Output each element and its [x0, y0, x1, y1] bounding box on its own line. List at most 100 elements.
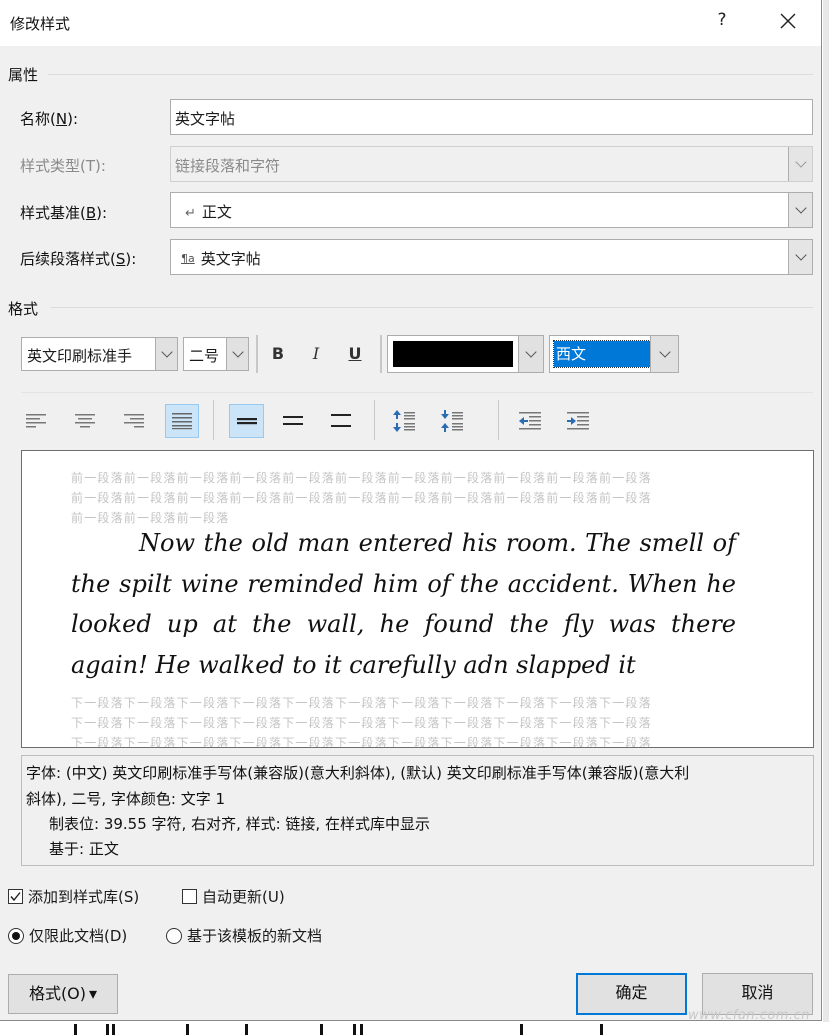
radio-button[interactable] — [166, 927, 182, 944]
one-half-spacing-button[interactable] — [277, 405, 309, 437]
properties-section-label: 属性 — [8, 66, 39, 84]
font-dropdown[interactable] — [155, 338, 177, 370]
checkbox-box[interactable] — [8, 889, 23, 904]
ok-button[interactable]: 确定 — [576, 973, 687, 1015]
toolbar-separator — [498, 400, 499, 440]
chevron-down-icon — [658, 346, 671, 358]
font-value: 英文印刷标准手 — [27, 347, 133, 365]
description-line: 斜体), 二号, 字体颜色: 文字 1 — [26, 790, 226, 808]
add-to-gallery-checkbox[interactable]: 添加到样式库(S) — [8, 886, 139, 907]
font-color-select[interactable] — [387, 335, 544, 373]
font-size-select[interactable]: 二号 — [183, 337, 249, 371]
toolbar-separator — [256, 335, 258, 373]
increase-paragraph-spacing-button[interactable] — [389, 405, 421, 437]
chevron-down-icon — [794, 249, 807, 261]
toolbar-separator — [213, 400, 214, 440]
format-menu-button[interactable]: 格式(O) ▾ — [8, 974, 118, 1014]
single-spacing-icon — [236, 418, 257, 425]
italic-button[interactable]: I — [306, 344, 326, 363]
font-color-dropdown[interactable] — [518, 336, 543, 372]
paragraph-return-icon: ↵ — [185, 206, 196, 221]
document-text-fragment — [520, 1024, 523, 1035]
label-text: ): — [67, 110, 78, 128]
name-input[interactable]: 英文字帖 — [170, 99, 813, 135]
align-justify-button[interactable] — [165, 404, 199, 438]
double-spacing-icon — [331, 414, 351, 427]
modify-style-dialog: 修改样式 ? 属性 名称(N): 英文字帖 样式类型(T): 链接段落和字符 样… — [0, 0, 822, 1021]
background-document — [0, 1022, 829, 1035]
radio-button[interactable] — [8, 927, 24, 944]
align-center-button[interactable] — [69, 405, 101, 437]
document-text-fragment — [353, 1024, 356, 1035]
document-text-fragment — [360, 1024, 363, 1035]
based-on-dropdown[interactable] — [788, 193, 812, 227]
chevron-down-icon — [794, 156, 807, 168]
font-size-dropdown[interactable] — [226, 338, 248, 370]
auto-update-label: 自动更新(U) — [202, 888, 285, 906]
only-this-document-radio[interactable]: 仅限此文档(D) — [8, 925, 127, 946]
increase-indent-icon — [567, 412, 589, 430]
toolbar-divider — [21, 392, 813, 393]
dropdown-arrow-icon: ▾ — [89, 984, 98, 1003]
label-text: 名称( — [20, 110, 56, 128]
auto-update-checkbox[interactable]: 自动更新(U) — [182, 886, 285, 907]
new-documents-label: 基于该模板的新文档 — [187, 927, 323, 945]
checkbox-box[interactable] — [182, 889, 197, 904]
help-button[interactable]: ? — [713, 10, 731, 30]
toolbar-separator — [374, 400, 375, 440]
single-spacing-button[interactable] — [229, 404, 264, 438]
based-on-content: ↵ 正文 — [185, 201, 232, 222]
next-style-select[interactable]: ¶a 英文字帖 — [170, 239, 813, 275]
chevron-down-icon — [525, 346, 537, 358]
decrease-paragraph-spacing-icon — [441, 410, 463, 432]
script-dropdown[interactable] — [650, 336, 678, 372]
previous-paragraph-line: 前一段落前一段落前一段落前一段落前一段落前一段落前一段落前一段落前一段落前一段落… — [71, 491, 652, 505]
label-text: ): — [125, 250, 137, 268]
next-paragraph-line: 下一段落下一段落下一段落下一段落下一段落下一段落下一段落下一段落下一段落下一段落… — [71, 696, 652, 710]
name-label: 名称(N): — [20, 108, 78, 129]
style-type-label: 样式类型(T): — [20, 157, 106, 175]
sample-text: Now the old man entered his room. The sm… — [71, 529, 736, 679]
section-divider — [48, 74, 813, 75]
section-divider — [50, 307, 813, 308]
toolbar-separator — [380, 335, 382, 373]
new-documents-radio[interactable]: 基于该模板的新文档 — [166, 925, 322, 946]
radio-selected-dot — [12, 931, 20, 940]
style-type-select: 链接段落和字符 — [170, 146, 813, 182]
increase-indent-button[interactable] — [562, 405, 594, 437]
style-type-dropdown — [788, 147, 812, 181]
next-style-dropdown[interactable] — [788, 240, 812, 274]
decrease-paragraph-spacing-button[interactable] — [437, 405, 469, 437]
chevron-down-icon — [160, 346, 173, 358]
description-line: 基于: 正文 — [49, 840, 119, 858]
font-size-value: 二号 — [189, 347, 220, 365]
chevron-down-icon — [231, 346, 244, 358]
increase-paragraph-spacing-icon — [393, 410, 415, 432]
style-preview: 前一段落前一段落前一段落前一段落前一段落前一段落前一段落前一段落前一段落前一段落… — [21, 450, 814, 748]
document-text-fragment — [320, 1024, 323, 1035]
align-left-button[interactable] — [21, 405, 53, 437]
script-value: 西文 — [553, 340, 651, 368]
double-spacing-button[interactable] — [325, 405, 357, 437]
label-text: 样式基准( — [20, 204, 86, 222]
background-margin — [823, 0, 829, 1022]
bold-button[interactable]: B — [268, 344, 288, 363]
based-on-select[interactable]: ↵ 正文 — [170, 192, 813, 228]
decrease-indent-button[interactable] — [514, 405, 546, 437]
document-text-fragment — [112, 1024, 115, 1035]
access-key: N — [55, 110, 68, 128]
document-text-fragment — [106, 1024, 109, 1035]
close-button[interactable] — [775, 8, 801, 34]
access-key: S — [115, 250, 126, 268]
previous-paragraph-line: 前一段落前一段落前一段落前一段落前一段落前一段落前一段落前一段落前一段落前一段落… — [71, 471, 652, 485]
document-text-fragment — [245, 1024, 248, 1035]
underline-button[interactable]: U — [345, 344, 365, 363]
watermark: www.cfan.com.cn — [688, 1008, 811, 1023]
font-color-swatch — [393, 341, 513, 367]
document-text-fragment — [600, 1024, 603, 1035]
font-select[interactable]: 英文印刷标准手 — [21, 337, 178, 371]
align-left-icon — [26, 414, 46, 428]
align-right-button[interactable] — [117, 405, 149, 437]
align-right-icon — [124, 414, 144, 428]
script-select[interactable]: 西文 — [549, 335, 679, 373]
